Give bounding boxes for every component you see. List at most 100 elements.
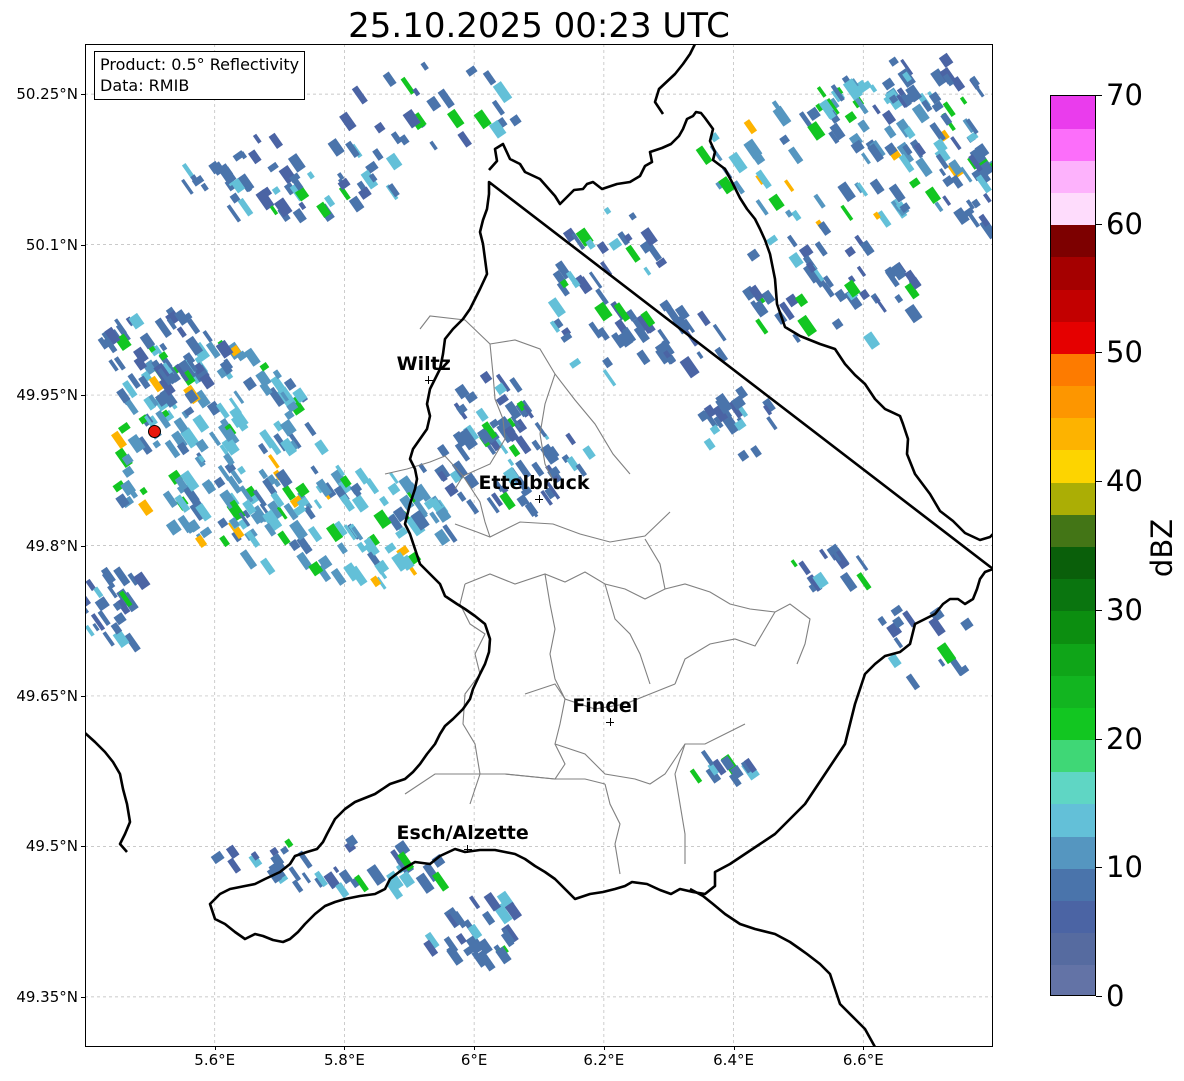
echo-cell (420, 61, 429, 71)
echo-cell (213, 476, 226, 489)
colorbar-segment (1051, 610, 1095, 644)
echo-cell (859, 289, 870, 301)
echo-cell (382, 71, 397, 88)
city-label: Findel (572, 695, 639, 718)
echo-cell (370, 575, 382, 588)
echo-cell (314, 439, 329, 456)
echo-cell (94, 596, 110, 612)
radar-site-marker (147, 425, 161, 439)
echo-cell (372, 148, 384, 161)
echo-cell (508, 444, 521, 458)
echo-cell (942, 175, 955, 188)
luxembourg-border (208, 110, 993, 944)
colorbar-segment (1051, 932, 1095, 966)
echo-cell (791, 209, 802, 222)
echo-cell (436, 443, 450, 458)
lat-tick-label: 49.65°N (16, 686, 78, 705)
colorbar-segment (1051, 385, 1095, 419)
echo-cell (750, 445, 762, 458)
echo-cell (772, 105, 792, 127)
echo-cell (313, 499, 323, 510)
echo-cell (856, 572, 872, 591)
echo-cell (351, 494, 369, 513)
echo-cell (645, 242, 662, 262)
echo-cell (307, 525, 323, 543)
colorbar-tick-label: 0 (1106, 979, 1125, 1013)
echo-cell (679, 356, 700, 379)
echo-cell (560, 331, 573, 343)
echo-cell (159, 342, 168, 352)
echo-cell (628, 212, 637, 221)
colorbar-segment (1051, 900, 1095, 934)
colorbar (1050, 95, 1096, 996)
echo-cell (303, 505, 316, 520)
echo-cell (531, 439, 542, 451)
echo-cell (482, 70, 497, 86)
colorbar-segment (1051, 803, 1095, 837)
colorbar-segment (1051, 643, 1095, 676)
echo-cell (797, 314, 817, 337)
colorbar-title: dBZ (1145, 518, 1179, 578)
echo-cell (210, 850, 225, 865)
echo-cell (788, 146, 804, 165)
echo-cell (128, 312, 145, 330)
echo-cell (909, 177, 921, 189)
colorbar-tick-mark (1096, 481, 1102, 483)
echo-cell (594, 301, 613, 322)
echo-cell (565, 432, 577, 446)
echo-cell (277, 530, 291, 546)
colorbar-tick-label: 10 (1106, 850, 1143, 885)
germany-northeast-border (653, 44, 697, 115)
colorbar-tick-label: 50 (1106, 335, 1143, 370)
lon-tick-label: 5.6°E (194, 1051, 236, 1069)
product-label: Product: 0.5° Reflectivity (100, 55, 300, 74)
colorbar-tick-label: 40 (1106, 464, 1143, 499)
echo-cell (695, 145, 713, 165)
echo-cell (202, 330, 213, 343)
echo-cell (389, 472, 399, 485)
echo-cell (237, 465, 246, 475)
echo-cell (267, 454, 280, 469)
radar-map[interactable] (85, 44, 993, 1047)
echo-cell (111, 430, 128, 449)
national-borders (85, 44, 993, 1047)
colorbar-segment (1051, 353, 1095, 387)
echo-cell (181, 178, 194, 195)
echo-cell (384, 542, 397, 554)
echo-cell (785, 209, 793, 218)
lon-tick-mark (214, 1046, 216, 1050)
echo-cell (786, 234, 798, 248)
echo-cell (373, 509, 392, 529)
echo-cell (855, 554, 869, 572)
echo-cell (495, 393, 509, 406)
echo-cell (894, 294, 904, 304)
echo-cell (499, 491, 516, 511)
echo-cell (242, 376, 257, 391)
canton-border-luxembourg (604, 583, 651, 685)
colorbar-segment (1051, 289, 1095, 322)
echo-cell (816, 86, 827, 98)
echo-cell (165, 519, 182, 536)
echo-cell (252, 133, 262, 144)
colorbar-tick-mark (1096, 867, 1102, 869)
echo-cell (888, 56, 899, 67)
colorbar-tick-label: 20 (1106, 721, 1143, 756)
canton-border-remich (674, 743, 686, 864)
echo-cell (227, 857, 242, 874)
colorbar-segment (1051, 128, 1095, 161)
echo-cell (960, 166, 973, 183)
echo-cell (700, 749, 715, 767)
echo-cell (466, 498, 480, 515)
colorbar-tick-mark (1096, 223, 1102, 225)
lon-tick-mark (344, 1046, 346, 1050)
echo-cell (465, 65, 478, 77)
product-info-box: Product: 0.5° Reflectivity Data: RMIB (94, 51, 306, 100)
echo-cell (844, 245, 856, 258)
echo-cell (790, 559, 798, 568)
echo-cell (233, 390, 245, 404)
colorbar-tick-label: 30 (1106, 592, 1143, 627)
echo-cell (306, 171, 315, 180)
chart-title: 25.10.2025 00:23 UTC (348, 6, 730, 46)
echo-cell (869, 178, 885, 195)
echo-cell (491, 99, 505, 116)
